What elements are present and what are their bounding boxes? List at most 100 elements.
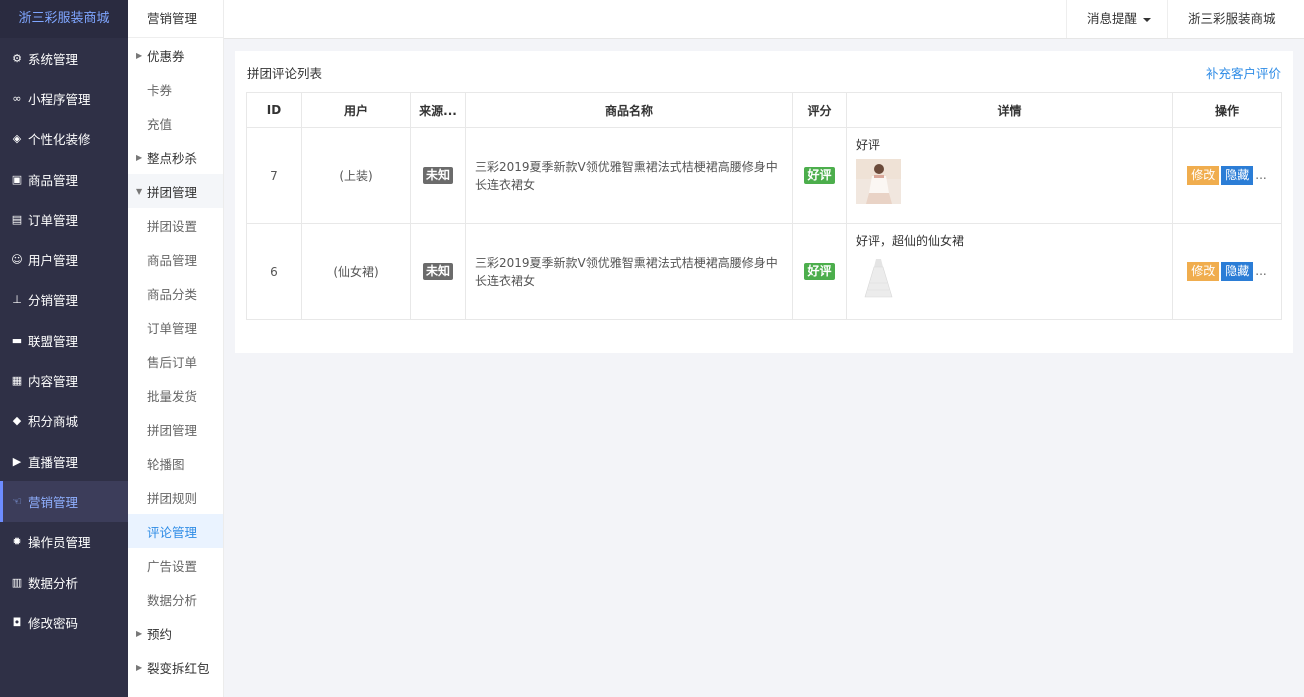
table-row: 7 (上装) 未知 三彩2019夏季新款V领优雅智熏裙法式桔梗裙高腰修身中长连衣…	[246, 127, 1282, 224]
main-menu-label: 分销管理	[28, 293, 79, 309]
top-bar: 消息提醒 浙三彩服装商城	[224, 0, 1304, 60]
main-menu-label: 数据分析	[28, 575, 79, 591]
main-menu-label: 用户管理	[28, 253, 79, 269]
column-header-id[interactable]: ID	[246, 92, 302, 128]
sub-menu-item[interactable]: 批量发货	[128, 378, 223, 412]
brand-title[interactable]: 浙三彩服装商城	[0, 0, 128, 38]
cog-icon: ✹	[12, 535, 22, 549]
main-menu-item[interactable]: ⚙ 系统管理	[0, 38, 128, 78]
main-menu-item[interactable]: ▶ 直播管理	[0, 441, 128, 481]
sub-menu-item[interactable]: ▼ 拼团管理	[128, 174, 223, 208]
sub-menu-item[interactable]: ▶ 预约	[128, 616, 223, 650]
main-menu-item[interactable]: ◆ 积分商城	[0, 401, 128, 441]
sub-menu-label: 商品分类	[147, 286, 198, 302]
user-icon: ☺	[11, 253, 23, 267]
source-badge: 未知	[422, 167, 453, 184]
column-header-rating[interactable]: 评分	[792, 92, 847, 128]
sub-menu-item[interactable]: 订单管理	[128, 310, 223, 344]
messages-dropdown[interactable]: 消息提醒	[1066, 0, 1169, 38]
caret-right-icon: ▶	[136, 50, 143, 60]
sub-menu-item[interactable]: 充值	[128, 106, 223, 140]
hide-button[interactable]: 隐藏	[1221, 262, 1254, 281]
column-header-detail[interactable]: 详情	[846, 92, 1173, 128]
column-header-product[interactable]: 商品名称	[465, 92, 793, 128]
main-menu-item[interactable]: ◘ 修改密码	[0, 602, 128, 642]
review-photo-thumbnail[interactable]	[856, 159, 901, 204]
main-menu-item[interactable]: ▥ 数据分析	[0, 562, 128, 602]
sub-menu-item[interactable]: ▶ 整点秒杀	[128, 140, 223, 174]
sub-menu-item[interactable]: 商品分类	[128, 276, 223, 310]
main-menu-item[interactable]: ▦ 内容管理	[0, 360, 128, 400]
sub-menu-label: 商品管理	[147, 252, 198, 268]
sub-menu-item[interactable]: 拼团管理	[128, 412, 223, 446]
edit-button[interactable]: 修改	[1187, 262, 1220, 281]
main-sidebar: 浙三彩服装商城 ⚙ 系统管理 ∞ 小程序管理 ◈ 个性化装修 ▣ 商品管理 ▤ 订单管理 ☺ 用户管理…	[0, 0, 128, 697]
cube-icon: ◆	[12, 414, 22, 428]
main-menu-label: 营销管理	[28, 494, 79, 510]
sub-menu-label: 卡券	[147, 82, 173, 98]
column-header-user[interactable]: 用户	[301, 92, 411, 128]
review-photo-thumbnail[interactable]	[856, 255, 901, 300]
column-header-source[interactable]: 来源...	[410, 92, 466, 128]
main-menu-label: 订单管理	[28, 212, 79, 228]
sub-menu-item[interactable]: 商品管理	[128, 242, 223, 276]
account-dropdown[interactable]: 浙三彩服装商城	[1167, 0, 1304, 60]
sub-menu-item[interactable]: 拼团规则	[128, 480, 223, 514]
more-actions-button[interactable]: ...	[1255, 264, 1266, 278]
cell-source: 未知	[410, 127, 466, 224]
sub-menu-item[interactable]: 轮播图	[128, 446, 223, 480]
main-menu-item[interactable]: ⊥ 分销管理	[0, 280, 128, 320]
review-text: 好评	[856, 138, 881, 152]
sub-menu-item[interactable]: ▶ 裂变拆红包	[128, 650, 223, 684]
sub-menu-item[interactable]: 广告设置	[128, 548, 223, 582]
cell-detail: 好评	[846, 127, 1173, 224]
clipboard-icon: ▤	[11, 212, 23, 226]
sub-menu-item[interactable]: 数据分析	[128, 582, 223, 616]
sub-menu-label: 售后订单	[147, 354, 198, 370]
play-icon: ▶	[12, 454, 22, 468]
bag-icon: ▣	[11, 172, 23, 186]
main-menu-item[interactable]: ✹ 操作员管理	[0, 522, 128, 562]
hide-button[interactable]: 隐藏	[1221, 166, 1254, 185]
cell-user: (上装)	[301, 127, 411, 224]
sub-menu-item[interactable]: 评论管理	[128, 514, 223, 548]
column-header-actions[interactable]: 操作	[1172, 92, 1282, 128]
link-icon: ∞	[12, 91, 22, 105]
sub-menu-item[interactable]: ▶ 优惠券	[128, 38, 223, 72]
panel-title: 拼团评论列表	[247, 66, 323, 81]
more-actions-button[interactable]: ...	[1255, 168, 1266, 182]
main-menu-item[interactable]: ▤ 订单管理	[0, 199, 128, 239]
edit-button[interactable]: 修改	[1187, 166, 1220, 185]
main-menu-label: 小程序管理	[28, 91, 91, 107]
sub-menu-item[interactable]: 拼团设置	[128, 208, 223, 242]
account-label: 浙三彩服装商城	[1188, 11, 1276, 26]
sub-menu-item[interactable]: 售后订单	[128, 344, 223, 378]
main-menu-item[interactable]: ◈ 个性化装修	[0, 119, 128, 159]
add-customer-review-link[interactable]: 补充客户评价	[1206, 63, 1281, 82]
sub-menu-item[interactable]: 卡券	[128, 72, 223, 106]
sub-menu-label: 批量发货	[147, 388, 198, 404]
caret-right-icon: ▶	[136, 152, 143, 162]
bar-chart-icon: ▥	[11, 575, 23, 589]
sub-menu-label: 优惠券	[147, 48, 185, 64]
main-menu-item[interactable]: ▣ 商品管理	[0, 159, 128, 199]
cell-source: 未知	[410, 223, 466, 320]
gear-outline-icon: ⚙	[12, 51, 22, 65]
sub-sidebar-title: 营销管理	[128, 0, 223, 38]
cell-rating: 好评	[792, 127, 847, 224]
cell-user: (仙女裙)	[301, 223, 411, 320]
shield-icon: ◘	[12, 615, 22, 629]
main-menu-item[interactable]: ∞ 小程序管理	[0, 78, 128, 118]
main-menu-item[interactable]: ☜ 营销管理	[0, 481, 128, 522]
sub-sidebar: 营销管理 ▶ 优惠券卡券充值 ▶ 整点秒杀 ▼ 拼团管理 拼团设置商品管理商品分类订单管理售…	[128, 0, 224, 697]
sub-menu-label: 订单管理	[147, 320, 198, 336]
table-row: 6 (仙女裙) 未知 三彩2019夏季新款V领优雅智熏裙法式桔梗裙高腰修身中长连…	[246, 223, 1282, 320]
main-menu-label: 修改密码	[28, 615, 79, 631]
sub-menu-label: 评论管理	[147, 524, 198, 540]
sub-menu: ▶ 优惠券卡券充值 ▶ 整点秒杀 ▼ 拼团管理 拼团设置商品管理商品分类订单管理售后订单批量…	[128, 38, 223, 684]
cell-product: 三彩2019夏季新款V领优雅智熏裙法式桔梗裙高腰修身中长连衣裙女	[465, 223, 793, 320]
main-menu-label: 系统管理	[28, 51, 79, 67]
main-menu-item[interactable]: ☺ 用户管理	[0, 239, 128, 279]
main-menu-item[interactable]: ▬ 联盟管理	[0, 320, 128, 360]
main-menu-label: 联盟管理	[28, 333, 79, 349]
